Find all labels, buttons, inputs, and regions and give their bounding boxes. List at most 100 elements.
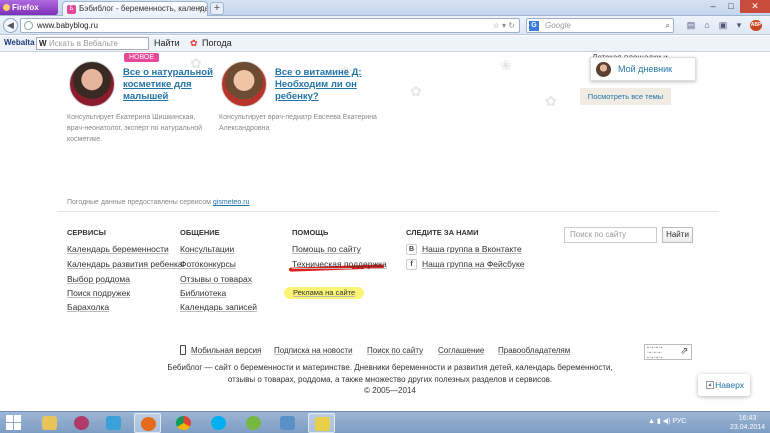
footer-bottom-link[interactable]: Правообладателям xyxy=(498,346,570,355)
search-bar[interactable]: G Google ⌕ xyxy=(526,18,674,33)
expert-title-line[interactable]: Все о витамине Д: xyxy=(275,67,362,79)
footer-bottom-link[interactable]: Подписка на новости xyxy=(274,346,353,355)
footer-divider xyxy=(57,211,719,212)
expert-description: врач-неонатолог, эксперт по натуральной xyxy=(67,125,203,132)
page-content: ✿ ❀ ✿ ❀ ✿ новое Все о натуральной космет… xyxy=(0,53,770,411)
clock-date: 23.04.2014 xyxy=(730,424,766,431)
firefox-menu-button[interactable]: Firefox xyxy=(0,0,58,15)
footer-link[interactable]: Календарь развития ребенка xyxy=(67,259,183,269)
explorer-taskbar-icon[interactable] xyxy=(36,413,63,433)
tools-taskbar-icon[interactable] xyxy=(68,413,95,433)
media-player-taskbar-icon[interactable] xyxy=(100,413,127,433)
vkontakte-link[interactable]: В Наша группа в Вконтакте xyxy=(406,244,522,255)
footer-link[interactable]: Техническая поддержка xyxy=(292,259,387,269)
decorative-pattern: ❀ xyxy=(500,57,512,73)
expert-title-line[interactable]: Все о натуральной xyxy=(123,67,213,79)
expert-title-line[interactable]: Необходим ли он xyxy=(275,79,357,91)
utorrent-taskbar-icon[interactable] xyxy=(240,413,267,433)
taskbar-clock[interactable]: 16:43 23.04.2014 xyxy=(730,414,765,432)
footer-bottom-link[interactable]: Мобильная версия xyxy=(191,346,261,355)
footer-link[interactable]: Выбор роддома xyxy=(67,274,130,284)
footer-link[interactable]: Реклама на сайте xyxy=(293,288,355,297)
webalta-search-input[interactable]: W Искать в Вебальте xyxy=(36,37,149,50)
downloads-icon[interactable]: ▣ xyxy=(716,19,730,32)
site-identity-icon xyxy=(24,21,33,30)
footer-link[interactable]: Библиотека xyxy=(180,288,226,298)
site-logo-badge[interactable]: ▪▫▪▫▪▫▪ ▫▪▫▪▫▪▫ ▪▫▪▫▪▫▪ ⇗ xyxy=(644,344,692,361)
new-tab-button[interactable]: + xyxy=(210,2,224,15)
weather-note-text: Погодные данные предоставлены сервисом xyxy=(67,199,213,206)
site-search-input[interactable]: Поиск по сайту xyxy=(564,227,657,243)
facebook-label: Наша группа на Фейсбуке xyxy=(422,259,525,269)
clock-time: 16:43 xyxy=(738,415,757,422)
help-heading: Помощь xyxy=(292,228,329,237)
address-bar[interactable]: www.babyblog.ru ☆ ▾ ↻ xyxy=(20,18,520,33)
expert-avatar[interactable] xyxy=(69,61,115,107)
footer-link[interactable]: Барахолка xyxy=(67,302,109,312)
print-icon[interactable]: ▾ xyxy=(732,19,746,32)
footer-link[interactable]: Календарь записей xyxy=(180,302,257,312)
footer-link[interactable]: Помощь по сайту xyxy=(292,244,361,254)
expert-description: Консультирует Екатерина Шишкинская, xyxy=(67,114,196,121)
description-line: отзывы о товарах, роддома, а также множе… xyxy=(227,374,553,384)
footer-link[interactable]: Календарь беременности xyxy=(67,244,169,254)
decorative-pattern: ✿ xyxy=(545,93,557,109)
back-to-top-label: Наверх xyxy=(715,380,744,390)
expert-title-line[interactable]: малышей xyxy=(123,91,168,103)
navigation-bar: ◀ www.babyblog.ru ☆ ▾ ↻ G Google ⌕ ▤ ⌂ ▣… xyxy=(0,16,770,35)
webalta-find-button[interactable]: Найти xyxy=(154,38,180,48)
system-tray[interactable]: ▲ ▮ ◀) РУС xyxy=(648,417,686,425)
bookmark-list-icon[interactable]: ▤ xyxy=(684,19,698,32)
browser-tab-bar: Firefox Б Бэбиблог - беременность, кален… xyxy=(0,0,770,16)
expert-avatar[interactable] xyxy=(221,61,267,107)
footer-link[interactable]: Консультации xyxy=(180,244,234,254)
site-search-button[interactable]: Найти xyxy=(662,227,693,243)
search-icon[interactable]: ⌕ xyxy=(666,19,670,32)
my-diary-button[interactable]: Мой дневник xyxy=(590,57,696,81)
home-icon[interactable]: ⌂ xyxy=(700,19,714,32)
footer-bottom-link[interactable]: Соглашение xyxy=(438,346,484,355)
start-button[interactable] xyxy=(6,415,22,431)
footer-link[interactable]: Отзывы о товарах xyxy=(180,274,252,284)
facebook-link[interactable]: f Наша группа на Фейсбуке xyxy=(406,259,525,270)
browser-tab[interactable]: Б Бэбиблог - беременность, календарь ...… xyxy=(62,1,208,16)
weather-icon: ✿ xyxy=(190,38,198,48)
back-to-top-button[interactable]: ▴ Наверх xyxy=(698,374,750,396)
maximize-window-button[interactable]: □ xyxy=(722,0,740,13)
footer-link[interactable]: Фотоконкурсы xyxy=(180,259,236,269)
skype-taskbar-icon[interactable] xyxy=(205,413,232,433)
paint-taskbar-icon[interactable] xyxy=(308,413,335,433)
webalta-logo[interactable]: Webalta xyxy=(4,38,35,47)
communication-heading: Общение xyxy=(180,228,220,237)
expert-description: Александровна xyxy=(219,125,270,132)
input-language[interactable]: РУС xyxy=(672,418,686,425)
description-line: Бебиблог — сайт о беременности и материн… xyxy=(167,363,613,372)
close-tab-icon[interactable]: × xyxy=(198,2,203,15)
windows-taskbar: ▲ ▮ ◀) РУС 16:43 23.04.2014 xyxy=(0,411,770,433)
expert-title-line[interactable]: косметике для xyxy=(123,79,192,91)
logo-pattern: ▪▫▪▫▪▫▪ ▫▪▫▪▫▪▫ ▪▫▪▫▪▫▪ xyxy=(647,345,663,361)
up-arrow-icon: ▴ xyxy=(706,381,714,389)
chrome-taskbar-icon[interactable] xyxy=(170,413,197,433)
google-icon[interactable]: G xyxy=(529,21,539,31)
gismeteo-link[interactable]: gismeteo.ru xyxy=(213,199,250,206)
expert-title-line[interactable]: ребенку? xyxy=(275,91,319,103)
back-button[interactable]: ◀ xyxy=(3,18,18,33)
address-bar-actions[interactable]: ☆ ▾ ↻ xyxy=(493,19,515,32)
webalta-search-placeholder: Искать в Вебальте xyxy=(49,39,119,48)
adblock-icon[interactable]: ABP xyxy=(750,20,762,31)
footer-bottom-link[interactable]: Поиск по сайту xyxy=(367,346,423,355)
webalta-weather-button[interactable]: ✿ Погода xyxy=(190,38,232,48)
vkontakte-label: Наша группа в Вконтакте xyxy=(422,244,522,254)
address-bar-url: www.babyblog.ru xyxy=(37,21,98,30)
minimize-window-button[interactable]: – xyxy=(704,0,722,13)
firefox-taskbar-icon[interactable] xyxy=(134,413,161,433)
new-badge: новое xyxy=(124,53,160,62)
decorative-pattern: ✿ xyxy=(410,83,422,99)
arrow-icon: ⇗ xyxy=(680,346,689,357)
close-window-button[interactable]: ✕ xyxy=(740,0,770,13)
footer-link[interactable]: Поиск подружек xyxy=(67,288,130,298)
all-topics-button[interactable]: Посмотреть все темы xyxy=(580,88,671,105)
weather-label: Погода xyxy=(202,38,232,48)
image-viewer-taskbar-icon[interactable] xyxy=(274,413,301,433)
